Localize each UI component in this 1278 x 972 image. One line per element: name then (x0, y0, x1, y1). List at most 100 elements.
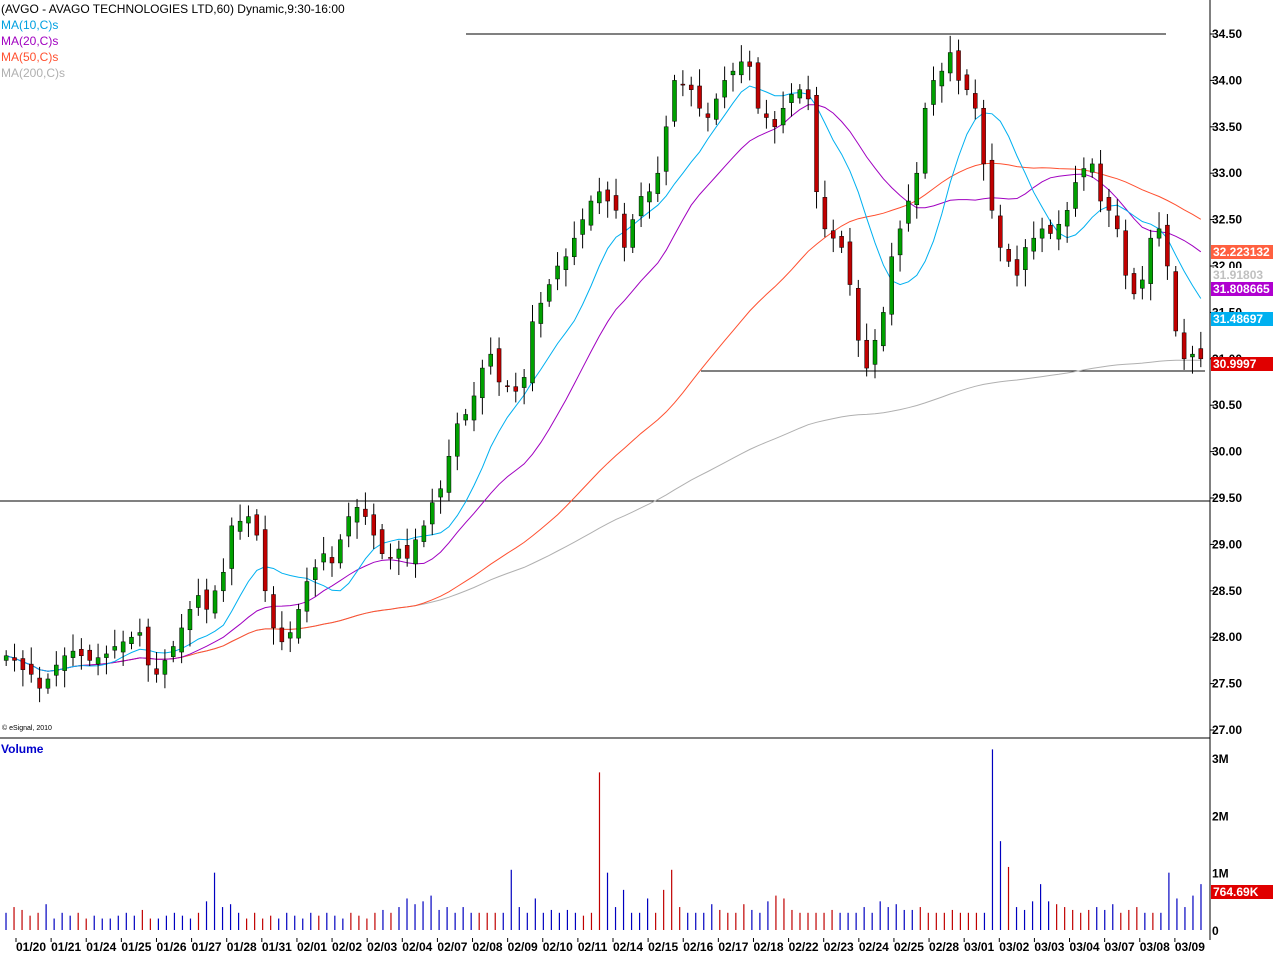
candle-body (647, 191, 652, 203)
candle-body (964, 74, 970, 90)
candle-body (404, 545, 410, 559)
candle-body (1006, 249, 1011, 262)
candle-body (789, 94, 794, 103)
candle-body (947, 52, 953, 74)
candle-body (1014, 259, 1020, 276)
candle-body (363, 508, 368, 517)
candle-body (162, 660, 168, 675)
candle-body (1048, 224, 1053, 234)
time-tick-label: 01/31 (262, 940, 292, 954)
candle-body (129, 636, 134, 644)
price-tick-label: 30.50 (1212, 398, 1242, 412)
candle-body (1165, 224, 1170, 267)
ma200-value-tag: 31.91803 (1211, 268, 1273, 282)
time-tick-label: 02/03 (367, 940, 397, 954)
volume-axis: 3M 2M 1M 0 (1212, 752, 1229, 938)
ma200-legend: MA(200,C)s (1, 66, 66, 80)
candle-body (889, 256, 894, 315)
candle-body (137, 632, 143, 636)
price-tick-label: 30.00 (1212, 445, 1242, 459)
candle-body (730, 70, 736, 76)
candle-body (438, 488, 443, 498)
time-tick-label: 01/20 (16, 940, 46, 954)
time-tick-label: 02/18 (753, 940, 783, 954)
candle-body (120, 641, 126, 653)
time-tick-label: 01/24 (86, 940, 116, 954)
candle-body (354, 507, 360, 523)
candle-body (287, 632, 293, 639)
candle-body (488, 353, 493, 367)
time-tick-label: 02/17 (718, 940, 748, 954)
candle-body (872, 339, 878, 365)
candle-body (246, 516, 251, 524)
ma20-legend: MA(20,C)s (1, 34, 59, 48)
candle-body (622, 213, 627, 248)
candle-body (688, 84, 694, 90)
candle-body (638, 196, 644, 217)
price-volume-chart: 34.5034.0033.5033.0032.5032.0031.5031.00… (0, 0, 1242, 954)
time-tick-label: 02/16 (683, 940, 713, 954)
candle-body (62, 655, 67, 671)
candle-body (79, 649, 84, 657)
candle-body (755, 62, 761, 109)
time-tick-label: 02/28 (929, 940, 959, 954)
candle-body (922, 107, 928, 174)
price-tick-label: 33.50 (1212, 120, 1242, 134)
price-axis: 34.5034.0033.5033.0032.5032.0031.5031.00… (1210, 27, 1242, 737)
volume-tick-label: 2M (1212, 809, 1229, 823)
candle-body (95, 657, 101, 665)
time-tick-label: 03/02 (999, 940, 1029, 954)
candle-body (906, 200, 911, 224)
ma50-legend: MA(50,C)s (1, 50, 59, 64)
candle-body (388, 557, 393, 559)
candle-body (154, 668, 159, 675)
time-tick-label: 02/08 (473, 940, 503, 954)
ma50-value-tag: 32.223132 (1211, 245, 1273, 259)
time-tick-label: 02/09 (508, 940, 538, 954)
candle-body (1056, 223, 1062, 240)
candle-body (546, 284, 552, 302)
ma10-value-tag: 31.48697 (1211, 312, 1273, 326)
candle-body (1089, 163, 1095, 173)
candle-body (463, 414, 468, 421)
time-tick-label: 03/09 (1175, 940, 1205, 954)
candle-body (864, 339, 869, 369)
candle-body (973, 93, 978, 109)
candle-body (814, 94, 819, 193)
candle-body (45, 678, 51, 689)
time-tick-label: 01/26 (156, 940, 186, 954)
price-tick-label: 29.50 (1212, 491, 1242, 505)
candle-body (747, 61, 752, 67)
volume-label: Volume (1, 742, 44, 756)
copyright-text: © eSignal, 2010 (2, 725, 52, 732)
ma200-line (6, 359, 1201, 672)
time-tick-label: 02/14 (613, 940, 643, 954)
time-tick-label: 01/28 (227, 940, 257, 954)
candle-body (655, 172, 661, 194)
candle-body (104, 653, 109, 658)
time-tick-label: 03/08 (1140, 940, 1170, 954)
candle-body (471, 395, 477, 421)
candle-body (371, 514, 377, 536)
candle-body (989, 159, 995, 211)
candle-body (588, 200, 594, 226)
price-tick-label: 34.00 (1212, 73, 1242, 87)
volume-tick-label: 0 (1212, 924, 1219, 938)
candle-body (229, 525, 234, 569)
candle-body (429, 502, 435, 525)
candle-body (70, 650, 76, 658)
candle-body (204, 589, 209, 610)
ma10-line (6, 85, 1202, 672)
time-tick-label: 02/07 (437, 940, 467, 954)
candle-body (613, 195, 619, 211)
candle-body (839, 236, 844, 248)
candle-body (296, 609, 301, 639)
candle-body (379, 529, 385, 554)
candle-body (1181, 332, 1187, 360)
time-tick-label: 01/25 (121, 940, 151, 954)
time-tick-label: 02/01 (297, 940, 327, 954)
ma10-legend: MA(10,C)s (1, 18, 59, 32)
price-tick-label: 28.00 (1212, 630, 1242, 644)
time-tick-label: 02/24 (859, 940, 889, 954)
candle-body (697, 85, 702, 109)
